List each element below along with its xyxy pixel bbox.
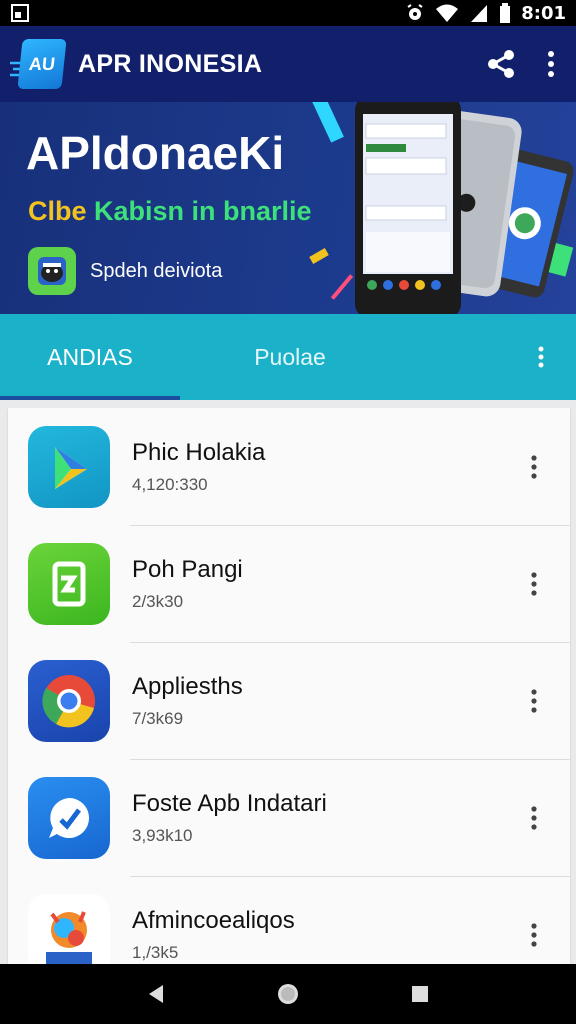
list-item[interactable]: Appliesths 7/3k69 bbox=[8, 642, 570, 759]
message-icon bbox=[28, 776, 110, 859]
status-bar: 8:01 bbox=[0, 0, 576, 26]
hero-subtitle-part1: Clbe bbox=[28, 196, 87, 226]
overflow-menu-icon[interactable] bbox=[504, 671, 564, 731]
tab-label: Puolae bbox=[254, 343, 326, 370]
app-name: Appliesths bbox=[132, 672, 243, 700]
list-item[interactable]: Phic Holakia 4,120:330 bbox=[8, 408, 570, 525]
share-icon[interactable] bbox=[486, 49, 516, 79]
alarm-icon bbox=[405, 3, 425, 23]
recents-icon[interactable] bbox=[395, 969, 445, 1019]
notification-icon bbox=[10, 3, 30, 23]
android-icon bbox=[28, 247, 76, 295]
green-app-icon bbox=[28, 542, 110, 625]
colorful-app-icon bbox=[28, 893, 110, 964]
status-time: 8:01 bbox=[521, 2, 566, 24]
hero-phones-illustration bbox=[309, 102, 574, 314]
overflow-menu-icon[interactable] bbox=[504, 437, 564, 497]
app-meta: 7/3k69 bbox=[132, 708, 184, 728]
app-name: Poh Pangi bbox=[132, 555, 243, 583]
list-item[interactable]: Foste Apb Indatari 3,93k10 bbox=[8, 759, 570, 876]
overflow-menu-icon[interactable] bbox=[504, 905, 564, 965]
app-name: Foste Apb Indatari bbox=[132, 789, 327, 817]
hero-badge[interactable]: Spdeh deiviota bbox=[28, 247, 222, 295]
app-meta: 3,93k10 bbox=[132, 825, 193, 845]
app-meta: 4,120:330 bbox=[132, 474, 208, 494]
home-icon[interactable] bbox=[263, 969, 313, 1019]
app-name: Phic Holakia bbox=[132, 438, 266, 466]
app-list: Phic Holakia 4,120:330 Poh Pangi 2/3k30 … bbox=[8, 408, 570, 964]
battery-icon bbox=[499, 3, 511, 23]
tab-andias[interactable]: ANDIAS bbox=[0, 314, 180, 400]
tab-puolae[interactable]: Puolae bbox=[180, 314, 400, 400]
logo-mark: AU bbox=[17, 39, 67, 89]
app-meta: 1,/3k5 bbox=[132, 942, 179, 962]
more-vert-icon[interactable] bbox=[546, 50, 556, 78]
hero-title: AΡldonaeKi bbox=[26, 127, 285, 179]
hero-subtitle-part2: Kabisn in bnarlie bbox=[94, 196, 312, 226]
hero-subtitle: Clbe Kabisn in bnarlie bbox=[28, 196, 312, 227]
list-item[interactable]: Afmincoealiqos 1,/3k5 bbox=[8, 876, 570, 964]
signal-icon bbox=[469, 3, 489, 23]
app-bar: AU APR INONESIA bbox=[0, 26, 576, 102]
app-name: Afmincoealiqos bbox=[132, 906, 295, 934]
tab-label: ANDIAS bbox=[47, 343, 133, 370]
overflow-menu-icon[interactable] bbox=[504, 554, 564, 614]
tab-indicator bbox=[0, 396, 180, 400]
app-meta: 2/3k30 bbox=[132, 591, 184, 611]
tab-more-icon[interactable] bbox=[506, 314, 576, 400]
hero-badge-text: Spdeh deiviota bbox=[90, 259, 223, 282]
play-store-icon bbox=[28, 425, 110, 508]
overflow-menu-icon[interactable] bbox=[504, 788, 564, 848]
hero-banner[interactable]: AΡldonaeKi Clbe Kabisn in bnarlie Spdeh … bbox=[0, 102, 576, 314]
app-logo: AU bbox=[10, 39, 67, 89]
tab-bar: ANDIAS Puolae bbox=[0, 314, 576, 400]
chrome-icon bbox=[28, 659, 110, 742]
back-icon[interactable] bbox=[131, 969, 181, 1019]
wifi-icon bbox=[435, 3, 459, 23]
app-title: APR INONESIA bbox=[78, 49, 263, 78]
navigation-bar bbox=[0, 964, 576, 1024]
list-item[interactable]: Poh Pangi 2/3k30 bbox=[8, 525, 570, 642]
